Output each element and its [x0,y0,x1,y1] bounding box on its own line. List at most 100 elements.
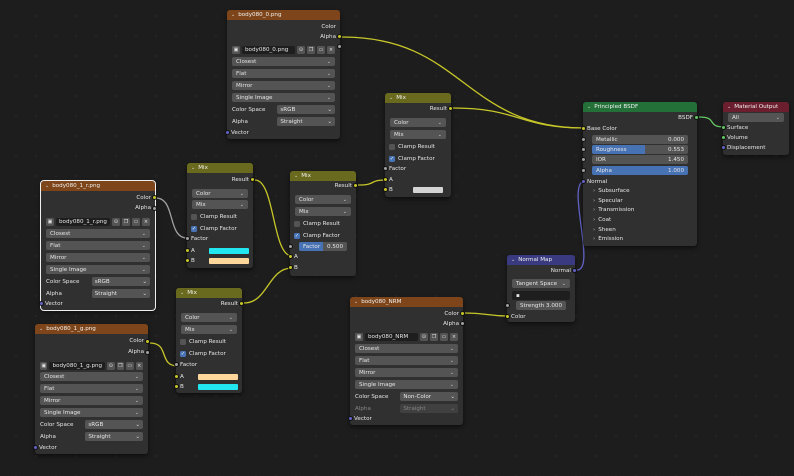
socket-base-color-in[interactable] [581,126,586,131]
socket-vector-in[interactable] [33,445,38,450]
color-swatch-b[interactable] [197,383,238,390]
socket-vector-in[interactable] [39,301,44,306]
extension-dropdown[interactable]: Mirror ⌄ [40,396,143,405]
duplicate-icon[interactable]: ❐ [430,332,438,341]
image-name-field[interactable]: body080_1_g.png [49,361,106,370]
checkbox-checked-icon[interactable]: ✓ [294,232,300,239]
socket-strength-in[interactable] [505,303,510,308]
color-swatch-b[interactable] [208,257,249,264]
clamp-factor-checkbox[interactable]: ✓ Clamp Factor [180,349,238,358]
node-header[interactable]: ⌄ Mix [187,163,253,173]
fake-user-icon[interactable]: ⊙ [297,45,305,54]
image-selector[interactable]: ▣ body080_0.png ⊙ ❐ ▭ × [232,45,335,54]
checkbox-checked-icon[interactable]: ✓ [389,155,395,162]
socket-result-out[interactable] [448,106,453,111]
socket-b-in[interactable] [288,265,293,270]
socket-alpha-in[interactable] [581,168,586,173]
duplicate-icon[interactable]: ❐ [116,361,125,370]
socket-metallic-in[interactable] [581,137,586,142]
mix-node-1[interactable]: ⌄ Mix Result Color ⌄ Mix ⌄ Clamp Result ✓ Cl… [185,163,255,268]
close-icon[interactable]: × [450,332,458,341]
source-dropdown[interactable]: Single Image ⌄ [46,265,150,274]
interpolation-dropdown[interactable]: Closest ⌄ [355,344,458,353]
interpolation-dropdown[interactable]: Closest ⌄ [232,57,335,66]
source-dropdown[interactable]: Single Image ⌄ [40,408,143,417]
clamp-factor-checkbox[interactable]: ✓ Clamp Factor [191,224,249,233]
socket-b-in[interactable] [185,258,190,263]
socket-roughness-in[interactable] [581,147,586,152]
image-selector[interactable]: ▣ body080_1_r.png ⊙ ❐ ▭ × [46,217,150,226]
image-name-field[interactable]: body080_1_r.png [56,217,110,226]
socket-factor-in[interactable] [174,362,179,367]
duplicate-icon[interactable]: ❐ [122,217,130,226]
collapse-icon[interactable]: ⌄ [180,290,184,296]
node-header[interactable]: ⌄ body080_NRM [350,297,463,307]
collapse-icon[interactable]: ⌄ [587,104,591,110]
alpha-slider[interactable]: Alpha 1.000 [592,166,688,175]
node-link[interactable] [341,36,586,129]
source-dropdown[interactable]: Single Image ⌄ [355,380,458,389]
image-name-field[interactable]: body080_NRM [365,332,418,341]
clamp-result-checkbox[interactable]: Clamp Result [191,212,249,221]
node-link[interactable] [243,267,293,304]
panel-transmission[interactable]: Transmission [587,205,693,214]
mix-node-2[interactable]: ⌄ Mix Result Color ⌄ Mix ⌄ Clamp Result ✓ Cl… [288,171,358,276]
socket-color-out[interactable] [460,311,465,316]
image-browse-icon[interactable]: ▣ [46,217,54,226]
ior-field[interactable]: IOR 1.450 [592,155,688,164]
socket-color-out[interactable] [152,195,157,200]
collapse-icon[interactable]: ⌄ [727,104,731,110]
socket-color-out[interactable] [145,339,150,344]
socket-factor-in[interactable] [288,244,293,249]
socket-b-in[interactable] [383,187,388,192]
socket-volume-in[interactable] [721,135,726,140]
image-selector[interactable]: ▣ body080_NRM ⊙ ❐ ▭ × [355,332,458,341]
checkbox-icon[interactable] [389,143,395,150]
socket-color-out[interactable] [337,34,342,39]
blend-mode-dropdown[interactable]: Mix ⌄ [390,130,446,139]
clamp-factor-checkbox[interactable]: ✓ Clamp Factor [389,154,447,163]
extension-dropdown[interactable]: Mirror ⌄ [46,253,150,262]
image-selector[interactable]: ▣ body080_1_g.png ⊙ ❐ ▭ × [40,361,143,370]
node-link[interactable] [155,197,188,239]
panel-emission[interactable]: Emission [587,234,693,243]
socket-result-out[interactable] [250,177,255,182]
socket-a-in[interactable] [288,254,293,259]
socket-bsdf-out[interactable] [694,115,699,120]
image-name-field[interactable]: body080_0.png [242,45,295,54]
color-space-dropdown[interactable]: Non-Color ⌄ [400,392,458,401]
panel-sheen[interactable]: Sheen [587,225,693,234]
principled-bsdf-node[interactable]: ⌄ Principled BSDF BSDF Base Color Metalli… [581,102,699,246]
node-header[interactable]: ⌄ Material Output [723,102,789,112]
projection-dropdown[interactable]: Flat ⌄ [355,356,458,365]
color-swatch-a[interactable] [197,373,238,380]
image-texture-node-body080-1-r[interactable]: ⌄ body080_1_r.png Color Alpha ▣ body080_1… [39,180,157,311]
image-browse-icon[interactable]: ▣ [232,45,240,54]
node-header[interactable]: ⌄ Mix [176,288,242,298]
extension-dropdown[interactable]: Mirror ⌄ [355,368,458,377]
panel-subsurface[interactable]: Subsurface [587,186,693,195]
clamp-result-checkbox[interactable]: Clamp Result [180,337,238,346]
close-icon[interactable]: × [142,217,150,226]
image-texture-node-body080-nrm[interactable]: ⌄ body080_NRM Color Alpha ▣ body080_NRM ⊙… [348,297,465,425]
socket-factor-in[interactable] [185,236,190,241]
collapse-icon[interactable]: ⌄ [511,257,515,263]
data-type-dropdown[interactable]: Color ⌄ [390,118,446,127]
open-folder-icon[interactable]: ▭ [132,217,140,226]
socket-result-out[interactable] [353,183,358,188]
open-folder-icon[interactable]: ▭ [440,332,448,341]
checkbox-checked-icon[interactable]: ✓ [191,225,197,232]
socket-normal-out[interactable] [572,268,577,273]
extension-dropdown[interactable]: Mirror ⌄ [232,81,335,90]
open-folder-icon[interactable]: ▭ [317,45,325,54]
fake-user-icon[interactable]: ⊙ [107,361,115,370]
socket-ior-in[interactable] [581,157,586,162]
socket-alpha-out[interactable] [337,44,342,49]
checkbox-icon[interactable] [180,338,186,345]
metallic-slider[interactable]: Metallic 0.000 [592,135,688,144]
interpolation-dropdown[interactable]: Closest ⌄ [46,229,150,238]
node-header[interactable]: ⌄ body080_0.png [227,10,340,20]
source-dropdown[interactable]: Single Image ⌄ [232,93,335,102]
node-link[interactable] [452,107,586,129]
color-space-dropdown[interactable]: sRGB ⌄ [277,105,335,114]
